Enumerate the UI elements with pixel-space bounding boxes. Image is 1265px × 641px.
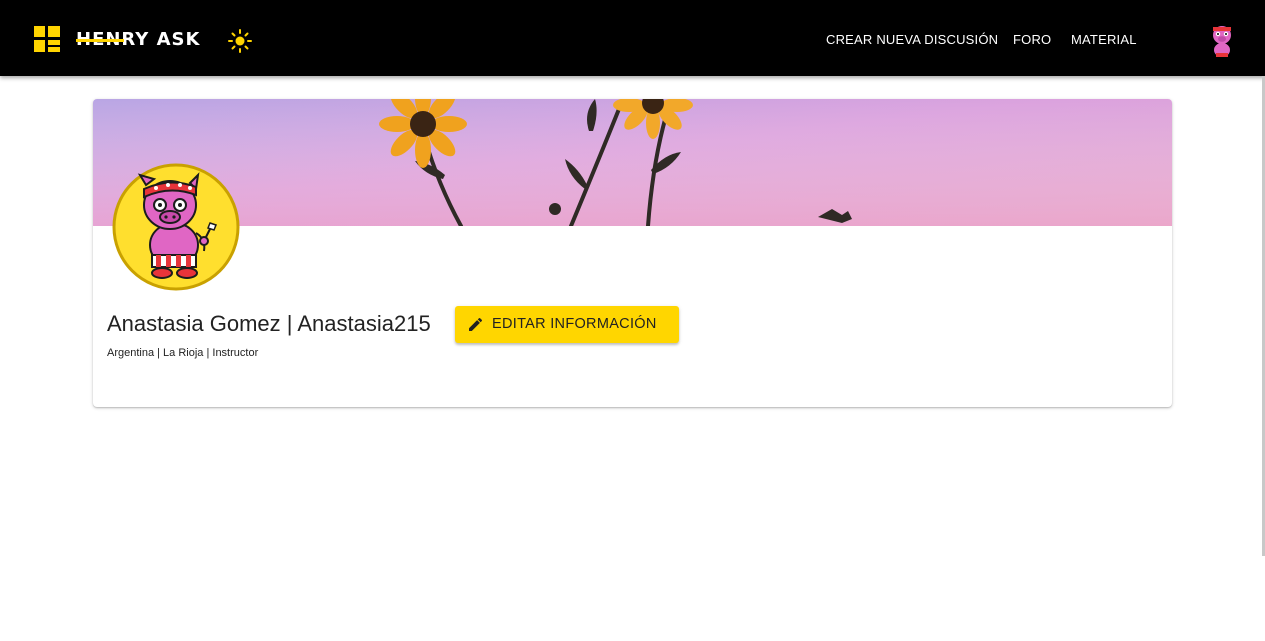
- top-navigation-bar: HENRY ASK CREAR NUEVA DISCUSIÓN FORO MAT…: [0, 0, 1265, 76]
- edit-info-label: EDITAR INFORMACIÓN: [492, 316, 657, 332]
- pencil-icon: [468, 317, 483, 332]
- profile-location-role: Argentina | La Rioja | Instructor: [107, 347, 259, 359]
- nav-forum[interactable]: FORO: [1013, 32, 1051, 47]
- pig-avatar-icon[interactable]: [1207, 22, 1237, 58]
- profile-avatar[interactable]: [112, 163, 240, 291]
- henry-logo-icon[interactable]: [34, 26, 60, 52]
- profile-name: Anastasia Gomez | Anastasia215: [107, 311, 431, 336]
- nav-create-discussion[interactable]: CREAR NUEVA DISCUSIÓN: [826, 32, 998, 47]
- nav-material[interactable]: MATERIAL: [1071, 32, 1137, 47]
- profile-card: Anastasia Gomez | Anastasia215 EDITAR IN…: [93, 99, 1172, 407]
- brand-underline-decoration: [76, 39, 124, 42]
- edit-info-button[interactable]: EDITAR INFORMACIÓN: [455, 306, 679, 343]
- cover-image: [93, 99, 1172, 228]
- sun-icon[interactable]: [226, 27, 254, 55]
